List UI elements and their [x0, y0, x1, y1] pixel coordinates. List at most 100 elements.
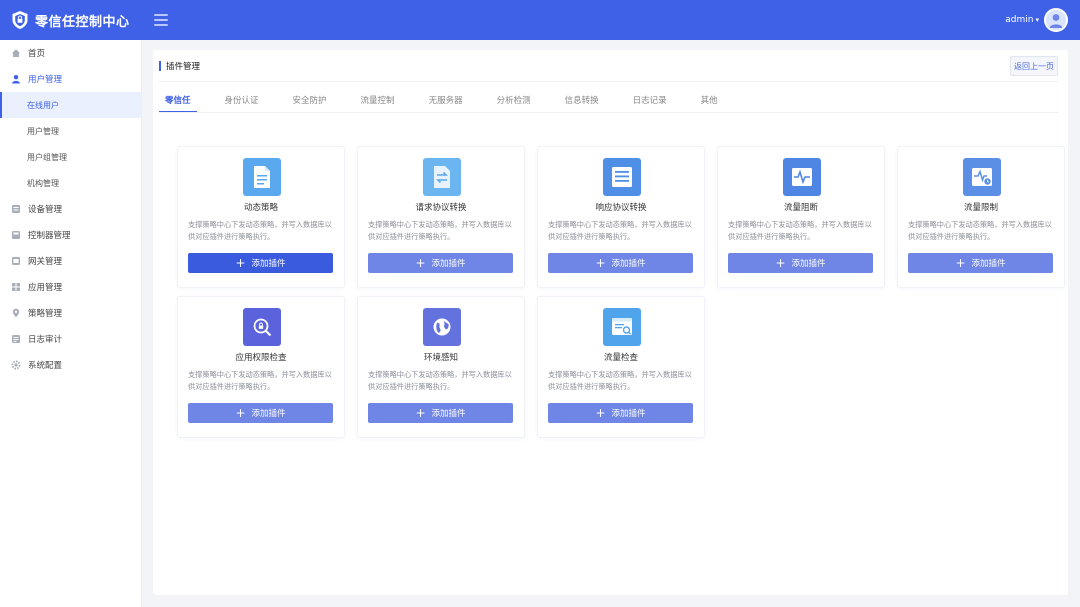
app-title: 零信任控制中心	[35, 14, 130, 30]
main-panel: 插件管理 返回上一页 零信任 身份认证 安全防护 流量控制 无服务器 分析检测 …	[153, 50, 1068, 595]
user-icon	[11, 74, 21, 84]
user-menu[interactable]: admin ▾	[1005, 8, 1068, 32]
sidebar-subitem-organizations[interactable]: 机构管理	[0, 170, 141, 196]
plugin-description: 支撑策略中心下发动态策略，并写入数据库以供对应插件进行策略执行。	[548, 370, 692, 391]
tabs-divider	[159, 112, 1058, 113]
sidebar-item-label: 日志审计	[28, 335, 63, 345]
add-plugin-button[interactable]: + 添加插件	[188, 403, 333, 423]
lock-search-icon	[243, 308, 281, 346]
document-icon	[243, 158, 281, 196]
plugin-name: 流量检查	[603, 353, 638, 363]
plugin-description: 支撑策略中心下发动态策略，并写入数据库以供对应插件进行策略执行。	[728, 220, 872, 241]
add-plugin-button[interactable]: + 添加插件	[368, 253, 513, 273]
plus-icon: +	[235, 406, 246, 420]
location-icon	[11, 308, 21, 318]
tab-security-protection[interactable]: 安全防护	[287, 88, 333, 112]
sidebar-item-label: 策略管理	[28, 309, 63, 319]
sidebar-item-label: 控制器管理	[28, 231, 71, 241]
avatar[interactable]	[1044, 8, 1068, 32]
sidebar-item-user-management[interactable]: 用户管理	[0, 66, 141, 92]
tab-logging[interactable]: 日志记录	[627, 88, 673, 112]
globe-icon	[423, 308, 461, 346]
sidebar-subitem-users[interactable]: 用户管理	[0, 118, 141, 144]
add-plugin-button[interactable]: + 添加插件	[728, 253, 873, 273]
add-plugin-label: 添加插件	[251, 409, 286, 419]
add-plugin-label: 添加插件	[431, 259, 466, 269]
controller-icon	[11, 230, 21, 240]
plus-icon: +	[595, 256, 606, 270]
add-plugin-label: 添加插件	[611, 259, 646, 269]
sidebar-subitem-user-groups[interactable]: 用户组管理	[0, 144, 141, 170]
add-plugin-button[interactable]: + 添加插件	[368, 403, 513, 423]
plus-icon: +	[775, 256, 786, 270]
sidebar-item-label: 设备管理	[28, 205, 63, 215]
top-bar: 零信任控制中心 admin ▾	[0, 0, 1080, 40]
plugin-card: 应用权限检查 支撑策略中心下发动态策略，并写入数据库以供对应插件进行策略执行。 …	[177, 296, 345, 438]
plugin-card: 动态策略 支撑策略中心下发动态策略，并写入数据库以供对应插件进行策略执行。 + …	[177, 146, 345, 288]
plugin-description: 支撑策略中心下发动态策略，并写入数据库以供对应插件进行策略执行。	[368, 370, 512, 391]
tab-serverless[interactable]: 无服务器	[423, 88, 469, 112]
sidebar-item-devices[interactable]: 设备管理	[0, 196, 141, 222]
browser-search-icon	[603, 308, 641, 346]
sidebar-item-policies[interactable]: 策略管理	[0, 300, 141, 326]
plus-icon: +	[415, 256, 426, 270]
sidebar-item-label: 首页	[28, 49, 46, 59]
back-button[interactable]: 返回上一页	[1010, 56, 1058, 76]
sidebar-item-home[interactable]: 首页	[0, 40, 141, 66]
shield-icon	[12, 11, 28, 29]
plugin-name: 动态策略	[243, 203, 278, 213]
pulse-icon	[783, 158, 821, 196]
plugin-description: 支撑策略中心下发动态策略，并写入数据库以供对应插件进行策略执行。	[368, 220, 512, 241]
tab-other[interactable]: 其他	[695, 88, 724, 112]
apps-icon	[11, 282, 21, 292]
add-plugin-label: 添加插件	[971, 259, 1006, 269]
username[interactable]: admin	[1005, 15, 1033, 25]
tab-zero-trust[interactable]: 零信任	[159, 88, 197, 113]
page-title: 插件管理	[166, 62, 201, 72]
plugin-card: 环境感知 支撑策略中心下发动态策略，并写入数据库以供对应插件进行策略执行。 + …	[357, 296, 525, 438]
sidebar-item-controllers[interactable]: 控制器管理	[0, 222, 141, 248]
sidebar-item-label: 用户管理	[28, 75, 63, 85]
tab-traffic-control[interactable]: 流量控制	[355, 88, 401, 112]
plugin-card: 请求协议转换 支撑策略中心下发动态策略，并写入数据库以供对应插件进行策略执行。 …	[357, 146, 525, 288]
sidebar-item-log-audit[interactable]: 日志审计	[0, 326, 141, 352]
sidebar-item-system-config[interactable]: 系统配置	[0, 352, 141, 378]
sidebar-item-label: 应用管理	[28, 283, 63, 293]
tab-info-conversion[interactable]: 信息转换	[559, 88, 605, 112]
plus-icon: +	[955, 256, 966, 270]
add-plugin-label: 添加插件	[611, 409, 646, 419]
pulse-clock-icon	[963, 158, 1001, 196]
chevron-down-icon[interactable]: ▾	[1035, 16, 1039, 24]
add-plugin-label: 添加插件	[431, 409, 466, 419]
user-avatar-icon	[1049, 14, 1063, 28]
tab-analysis-detection[interactable]: 分析检测	[491, 88, 537, 112]
tab-identity-auth[interactable]: 身份认证	[219, 88, 265, 112]
plus-icon: +	[595, 406, 606, 420]
plugin-description: 支撑策略中心下发动态策略，并写入数据库以供对应插件进行策略执行。	[908, 220, 1052, 241]
add-plugin-button[interactable]: + 添加插件	[548, 403, 693, 423]
plugin-card: 流量检查 支撑策略中心下发动态策略，并写入数据库以供对应插件进行策略执行。 + …	[537, 296, 705, 438]
plus-icon: +	[235, 256, 246, 270]
plugin-name: 环境感知	[423, 353, 458, 363]
gear-icon	[11, 360, 21, 370]
plugin-description: 支撑策略中心下发动态策略，并写入数据库以供对应插件进行策略执行。	[188, 220, 332, 241]
add-plugin-button[interactable]: + 添加插件	[548, 253, 693, 273]
sidebar-item-applications[interactable]: 应用管理	[0, 274, 141, 300]
add-plugin-button[interactable]: + 添加插件	[908, 253, 1053, 273]
plugin-name: 流量限制	[963, 203, 998, 213]
logo[interactable]: 零信任控制中心	[10, 10, 130, 30]
divider	[159, 81, 1058, 82]
add-plugin-label: 添加插件	[791, 259, 826, 269]
sidebar-subitem-online-users[interactable]: 在线用户	[0, 92, 141, 118]
sidebar-item-gateways[interactable]: 网关管理	[0, 248, 141, 274]
plugin-name: 响应协议转换	[595, 203, 647, 213]
category-tabs: 零信任 身份认证 安全防护 流量控制 无服务器 分析检测 信息转换 日志记录 其…	[159, 88, 746, 113]
plugin-name: 流量阻断	[783, 203, 818, 213]
menu-toggle-icon[interactable]	[153, 14, 168, 26]
add-plugin-label: 添加插件	[251, 259, 286, 269]
device-icon	[11, 204, 21, 214]
add-plugin-button[interactable]: + 添加插件	[188, 253, 333, 273]
plugin-name: 应用权限检查	[235, 353, 287, 363]
plugin-name: 请求协议转换	[415, 203, 467, 213]
title-accent-bar	[159, 61, 161, 71]
